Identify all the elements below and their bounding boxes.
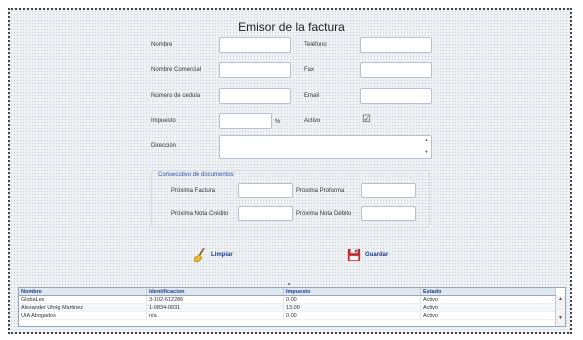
fax-label: Fax <box>304 67 315 73</box>
scroll-down-arrow-icon[interactable]: ▼ <box>423 149 430 155</box>
numero-cedula-label: Número de cedula <box>151 93 201 99</box>
column-header-estado[interactable]: Estado <box>420 288 556 296</box>
guardar-label: Guardar <box>365 252 389 258</box>
proxima-proforma-input[interactable] <box>361 183 416 198</box>
cell-nombre: Alexander Uhrig Martinez <box>19 303 147 312</box>
cell-nombre: UIA Abogados <box>19 311 147 320</box>
cell-impuesto: 0.00 <box>283 295 421 304</box>
proxima-nota-debito-input[interactable] <box>361 206 416 221</box>
limpiar-button[interactable]: Limpiar <box>193 247 233 263</box>
column-header-identificacion[interactable]: Identificacion <box>146 288 284 296</box>
proxima-factura-input[interactable] <box>238 183 293 198</box>
fax-input[interactable] <box>360 62 432 78</box>
impuesto-input[interactable] <box>219 113 272 129</box>
impuesto-label: Impuesto <box>151 118 176 124</box>
cell-estado: Activo <box>420 295 556 304</box>
emisores-grid: Nombre Identificacion Impuesto Estado Gl… <box>18 287 566 327</box>
direccion-textarea[interactable]: ▲ ▼ <box>219 135 432 159</box>
column-header-nombre[interactable]: Nombre <box>19 288 147 296</box>
cell-identificacion: 3-102-612286 <box>146 295 284 304</box>
scroll-down-arrow-icon[interactable]: ▼ <box>556 315 565 322</box>
nombre-label: Nombre <box>151 42 173 48</box>
proxima-factura-label: Próxima Factura <box>171 188 216 194</box>
table-row[interactable]: GlobaLex 3-102-612286 0.00 Activo <box>19 295 556 304</box>
nombre-comercial-label: Nombre Comercial <box>151 67 202 73</box>
cell-impuesto: 0.00 <box>283 311 421 320</box>
floppy-disk-icon <box>347 247 361 263</box>
proxima-nota-credito-input[interactable] <box>238 206 293 221</box>
consecutivo-title: Consecutivo de documentos <box>158 172 234 178</box>
cell-estado: Activo <box>420 311 556 320</box>
email-input[interactable] <box>360 88 432 104</box>
grid-vertical-scrollbar[interactable]: ▲ ▼ <box>555 296 565 326</box>
email-label: Email <box>304 93 320 99</box>
nombre-comercial-input[interactable] <box>219 62 291 78</box>
telefono-label: Teléfono <box>304 42 327 48</box>
nombre-input[interactable] <box>219 37 291 53</box>
limpiar-label: Limpiar <box>211 252 233 258</box>
table-row[interactable]: Alexander Uhrig Martinez 1-0834-0031 13.… <box>19 303 556 312</box>
guardar-button[interactable]: Guardar <box>347 247 388 263</box>
cell-identificacion: 1-0834-0031 <box>146 303 284 312</box>
cell-estado: Activo <box>420 303 556 312</box>
proxima-nota-credito-label: Próxima Nota Crédito <box>171 211 229 217</box>
splitter-handle[interactable] <box>288 283 290 285</box>
direccion-scrollbar[interactable]: ▲ ▼ <box>423 137 430 157</box>
activo-checkbox[interactable]: ☑ <box>362 115 371 125</box>
scroll-up-arrow-icon[interactable]: ▲ <box>556 296 565 303</box>
activo-label: Activo <box>304 118 321 124</box>
cell-nombre: GlobaLex <box>19 295 147 304</box>
direccion-label: Dirección <box>151 143 177 149</box>
numero-cedula-input[interactable] <box>219 88 291 104</box>
column-header-impuesto[interactable]: Impuesto <box>283 288 421 296</box>
cell-impuesto: 13.00 <box>283 303 421 312</box>
percent-suffix: % <box>275 119 281 125</box>
form-title: Emisor de la factura <box>238 20 345 34</box>
scroll-up-arrow-icon[interactable]: ▲ <box>423 137 430 143</box>
proxima-proforma-label: Próxima Proforma <box>296 188 345 194</box>
broom-icon <box>193 247 207 263</box>
table-row[interactable]: UIA Abogados n/a 0.00 Activo <box>19 311 556 320</box>
proxima-nota-debito-label: Próxima Nota Débito <box>296 211 352 217</box>
cell-identificacion: n/a <box>146 311 284 320</box>
telefono-input[interactable] <box>360 37 432 53</box>
